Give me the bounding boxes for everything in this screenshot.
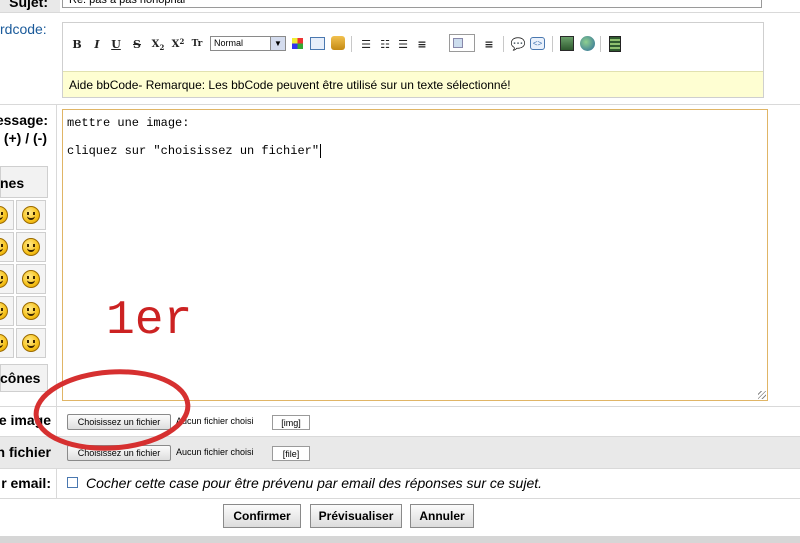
annotation-circle [33,369,191,451]
